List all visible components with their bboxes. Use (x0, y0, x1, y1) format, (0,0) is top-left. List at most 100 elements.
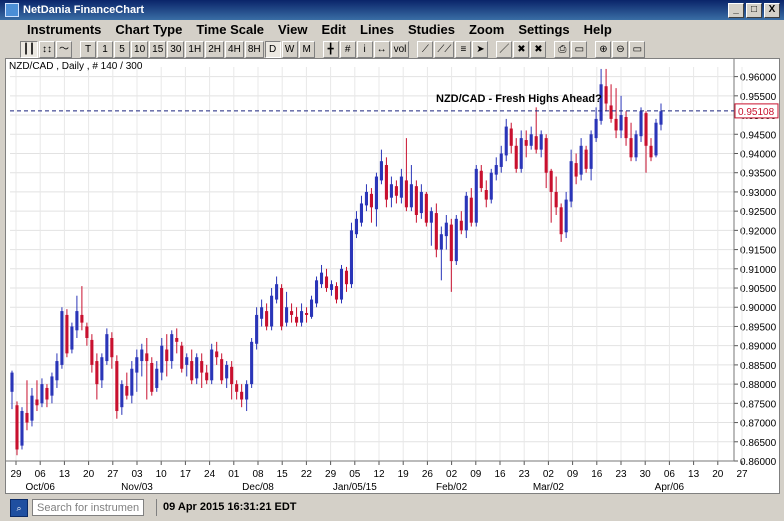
menu-settings[interactable]: Settings (511, 22, 576, 37)
menu-lines[interactable]: Lines (353, 22, 401, 37)
print-icon[interactable]: ⎙ (554, 41, 571, 58)
y-tick-label: 0.86000 (740, 457, 777, 468)
candle-body-down (554, 191, 558, 208)
timescale-15-button[interactable]: 15 (149, 41, 167, 58)
draw-line-icon[interactable]: ／ (496, 41, 513, 58)
x-tick-label: 10 (156, 469, 168, 480)
line-chart-icon[interactable]: 〜 (56, 41, 73, 58)
y-tick-label: 0.88500 (740, 361, 777, 372)
menu-view[interactable]: View (271, 22, 314, 37)
candle-body-down (549, 170, 553, 192)
candle-body-up (564, 199, 568, 233)
status-bar: ⌕ 09 Apr 2015 16:31:21 EDT (0, 494, 784, 521)
candle-body-down (629, 138, 633, 158)
candlestick-chart[interactable]: 0.86000 0.86500 0.87000 0.87500 0.88000 0.885… (6, 59, 779, 493)
x-tick-label: 20 (712, 469, 724, 480)
fibonacci-icon[interactable]: ≡ (455, 41, 472, 58)
timescale-10-button[interactable]: 10 (131, 41, 149, 58)
x-tick-label: 23 (519, 469, 531, 480)
menu-studies[interactable]: Studies (401, 22, 462, 37)
timescale-1-button[interactable]: 1 (97, 41, 114, 58)
candle-body-down (404, 180, 408, 208)
timescale-1h-button[interactable]: 1H (185, 41, 205, 58)
candle-body-down (180, 345, 184, 369)
candle-body-down (614, 118, 618, 131)
candle-body-up (474, 168, 478, 223)
x-tick-label: 05 (349, 469, 361, 480)
timescale-4h-button[interactable]: 4H (225, 41, 244, 58)
menu-edit[interactable]: Edit (314, 22, 353, 37)
ohlc-icon[interactable]: ↕↕ (39, 41, 56, 58)
zoom-reset-icon[interactable]: ▭ (629, 41, 646, 58)
menu-instruments[interactable]: Instruments (20, 22, 108, 37)
menu-zoom[interactable]: Zoom (462, 22, 511, 37)
chart-header: NZD/CAD , Daily , # 140 / 300 (9, 61, 143, 72)
timescale-2h-button[interactable]: 2H (205, 41, 225, 58)
channel-icon[interactable]: ⟋⟋ (434, 41, 455, 58)
x-tick-label: 12 (373, 469, 385, 480)
candle-body-down (110, 337, 114, 358)
search-input[interactable] (32, 499, 144, 516)
timescale-t-button[interactable]: T (80, 41, 97, 58)
candle-body-down (649, 145, 653, 158)
x-tick-label: 29 (10, 469, 22, 480)
crosshair-icon[interactable]: ╋ (322, 41, 339, 58)
candle-body-down (295, 316, 299, 323)
x-month-label: Feb/02 (436, 482, 468, 493)
zoom-in-icon[interactable]: ⊕ (595, 41, 612, 58)
timescale-8h-button[interactable]: 8H (244, 41, 264, 58)
timescale-30-button[interactable]: 30 (167, 41, 185, 58)
candle-body-down (65, 314, 69, 354)
candle-body-up (409, 184, 413, 208)
minimize-button[interactable]: _ (728, 2, 744, 18)
candle-body-down (215, 351, 219, 358)
candle-body-down (175, 337, 179, 342)
arrow-icon[interactable]: ➤ (472, 41, 489, 58)
timescale-d-button[interactable]: D (264, 41, 281, 58)
timescale-m-button[interactable]: M (298, 41, 315, 58)
close-button[interactable]: X (764, 2, 780, 18)
y-tick-label: 0.91500 (740, 246, 777, 257)
timescale-w-button[interactable]: W (281, 41, 298, 58)
candle-body-down (324, 276, 329, 289)
candle-body-up (399, 176, 403, 198)
candle-body-up (55, 361, 59, 381)
candle-body-up (130, 368, 134, 396)
delete-icon[interactable]: ✖ (513, 41, 530, 58)
delete-all-icon[interactable]: ✖ (530, 41, 547, 58)
maximize-button[interactable]: □ (746, 2, 762, 18)
menu-time-scale[interactable]: Time Scale (189, 22, 271, 37)
candle-body-up (40, 384, 44, 404)
x-tick-label: 15 (277, 469, 289, 480)
candle-body-up (10, 372, 14, 392)
zoom-out-icon[interactable]: ⊖ (612, 41, 629, 58)
toolbar: ┃┃ ↕↕ 〜 T 1 5 10 15 30 1H 2H 4H 8H D W M ╋ # i ↔ vol ⟋ ⟋⟋ ≡ ➤ ／ ✖ ✖… (0, 39, 784, 60)
x-tick-label: 27 (107, 469, 119, 480)
candle-body-up (245, 384, 249, 400)
x-month-label: Oct/06 (25, 482, 55, 493)
candle-body-down (90, 339, 94, 365)
timescale-5-button[interactable]: 5 (114, 41, 131, 58)
y-tick-label: 0.89500 (740, 322, 777, 333)
grid-icon[interactable]: # (339, 41, 356, 58)
menu-help[interactable]: Help (577, 22, 619, 37)
search-icon[interactable]: ⌕ (10, 498, 28, 517)
candle-body-down (369, 193, 373, 208)
menu-chart-type[interactable]: Chart Type (108, 22, 189, 37)
candle-body-down (624, 116, 628, 139)
print-preview-icon[interactable]: ▭ (571, 41, 588, 58)
x-tick-label: 26 (422, 469, 434, 480)
candle-body-up (634, 134, 638, 158)
scroll-icon[interactable]: ↔ (373, 41, 390, 58)
volume-icon[interactable]: vol (390, 41, 410, 58)
candle-body-up (160, 345, 164, 373)
candle-body-up (444, 222, 448, 237)
candle-body-down (514, 145, 518, 169)
chart-area[interactable]: 0.86000 0.86500 0.87000 0.87500 0.88000 0.885… (5, 58, 780, 494)
candle-body-down (15, 405, 19, 450)
trendline-icon[interactable]: ⟋ (417, 41, 434, 58)
candle-body-down (584, 149, 588, 169)
candle-icon[interactable]: ┃┃ (20, 41, 39, 58)
candle-body-up (135, 357, 139, 373)
info-icon[interactable]: i (356, 41, 373, 58)
